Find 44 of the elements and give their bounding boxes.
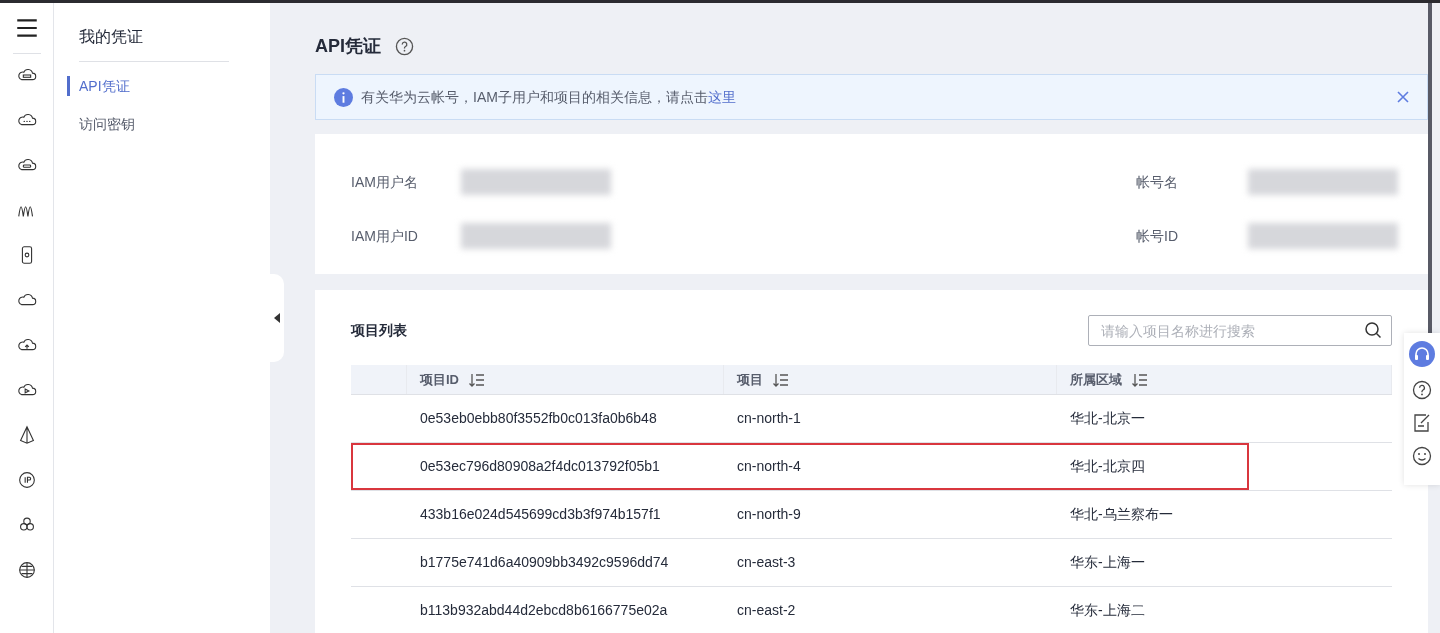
sort-icon[interactable] xyxy=(773,372,789,387)
edit-note-icon[interactable] xyxy=(1413,413,1431,433)
smiley-icon[interactable] xyxy=(1412,446,1432,466)
table-cell-text: b113b932abd44d2ebcd8b6166775e02a xyxy=(419,601,669,620)
table-cell-text: cn-north-1 xyxy=(736,409,802,428)
table-cell-text: 0e53ec796d80908a2f4dc013792f05b1 xyxy=(419,457,661,476)
table-cell-text: 华北-北京一 xyxy=(1069,409,1146,428)
search-icon[interactable] xyxy=(1364,321,1382,339)
sidebar-item[interactable]: 访问密钥 xyxy=(67,114,270,134)
table-cell-text: cn-north-9 xyxy=(736,505,802,524)
table-cell-text: b1775e741d6a40909bb3492c9596dd74 xyxy=(419,553,670,572)
column-header[interactable]: 所属区域 xyxy=(1070,369,1122,390)
sort-icon[interactable] xyxy=(469,372,485,387)
table-cell-text: 433b16e024d545699cd3b3f974b157f1 xyxy=(419,505,662,524)
field-label: IAM用户名 xyxy=(351,172,419,192)
search-field[interactable]: 请输入项目名称进行搜索 xyxy=(1088,315,1392,346)
table-cell-text: cn-east-3 xyxy=(736,553,797,572)
table-cell-text: 华东-上海二 xyxy=(1069,601,1146,620)
help-icon[interactable] xyxy=(395,36,414,56)
collapse-handle[interactable] xyxy=(270,274,284,362)
caret-icon xyxy=(274,313,280,323)
table-cell-text: 华北-乌兰察布一 xyxy=(1069,505,1174,524)
field-label: IAM用户ID xyxy=(351,226,419,246)
sort-icon[interactable] xyxy=(1132,372,1148,387)
info-icon xyxy=(334,87,353,107)
sidebar-title: 我的凭证 xyxy=(79,27,144,47)
column-header[interactable]: 项目 xyxy=(737,369,763,390)
column-header[interactable]: 项目ID xyxy=(420,369,459,390)
table-cell-text: cn-east-2 xyxy=(736,601,797,620)
field-label: 帐号ID xyxy=(1136,226,1179,246)
sidebar-item[interactable]: API凭证 xyxy=(67,76,270,96)
scroll-bar[interactable] xyxy=(1428,3,1432,333)
close-icon[interactable] xyxy=(1397,91,1409,103)
help-icon[interactable] xyxy=(1412,380,1432,400)
table-cell-text: 0e53eb0ebb80f3552fb0c013fa0b6b48 xyxy=(419,409,658,428)
alert-message: 有关华为云帐号，IAM子用户和项目的相关信息，请点击这里 xyxy=(361,87,737,107)
link[interactable]: 这里 xyxy=(707,88,736,105)
headset-icon[interactable] xyxy=(1409,341,1435,367)
table-cell-text: cn-north-4 xyxy=(736,457,802,476)
section-title: 项目列表 xyxy=(351,321,407,340)
field-label: 帐号名 xyxy=(1136,172,1179,192)
table-cell-text: 华东-上海一 xyxy=(1069,553,1146,572)
page-title: API凭证 xyxy=(315,34,381,58)
table-cell-text: 华北-北京四 xyxy=(1069,457,1146,476)
